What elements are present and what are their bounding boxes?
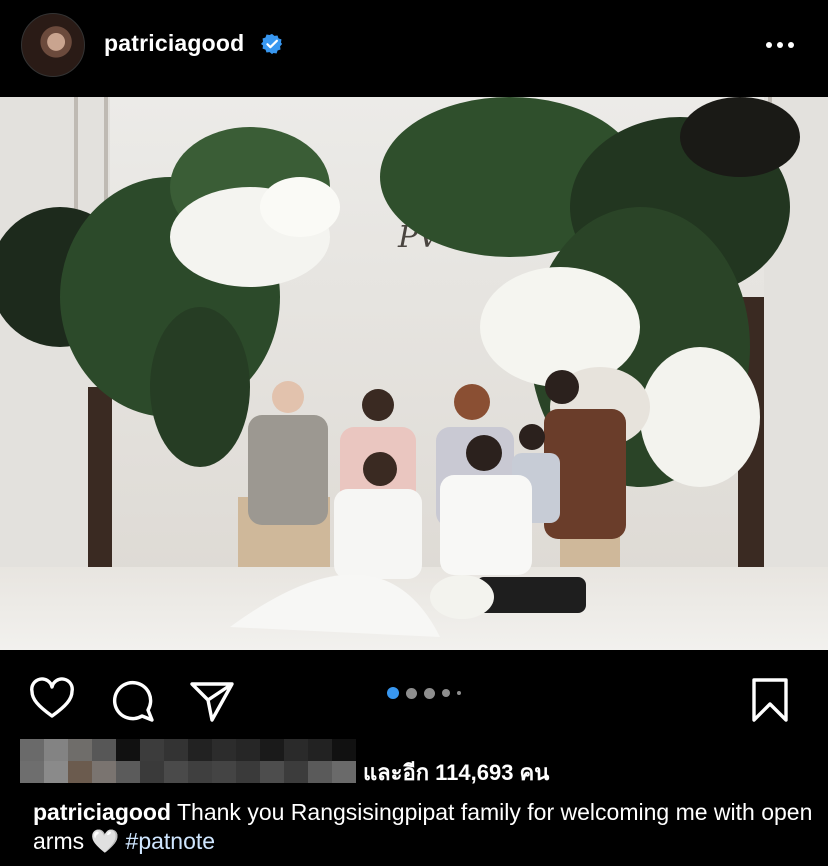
- carousel-dot: [406, 687, 417, 699]
- carousel-dot: [442, 689, 450, 697]
- likes-count[interactable]: และอีก 114,693 คน: [363, 755, 549, 790]
- bookmark-icon[interactable]: [746, 676, 794, 724]
- blurred-liker-names: [20, 739, 356, 783]
- post-header: patriciagood: [0, 0, 828, 96]
- heart-icon[interactable]: [28, 676, 76, 724]
- likes-row: และอีก 114,693 คน: [20, 739, 828, 785]
- post-photo[interactable]: PV: [0, 97, 828, 650]
- post-caption: patriciagood Thank you Rangsisingpipat f…: [33, 798, 813, 856]
- carousel-dot-active: [387, 687, 399, 699]
- carousel-indicator: [387, 687, 461, 699]
- more-horizontal-icon: [766, 42, 772, 48]
- comment-icon[interactable]: [108, 676, 156, 724]
- more-options-button[interactable]: [766, 40, 802, 50]
- carousel-dot: [424, 687, 435, 699]
- verified-badge-icon: [261, 33, 283, 55]
- caption-emoji: 🤍: [90, 828, 120, 854]
- caption-username[interactable]: patriciagood: [33, 799, 171, 825]
- caption-hashtag[interactable]: #patnote: [126, 828, 216, 854]
- send-icon[interactable]: [188, 676, 236, 724]
- username[interactable]: patriciagood: [104, 30, 244, 57]
- carousel-dot: [457, 691, 461, 695]
- avatar[interactable]: [21, 13, 85, 77]
